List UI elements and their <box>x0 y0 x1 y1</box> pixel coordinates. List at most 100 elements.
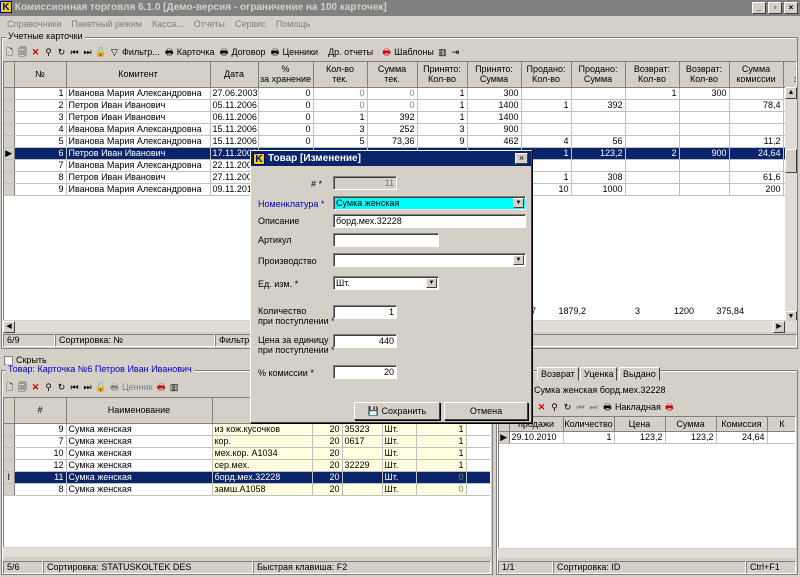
other-reports-button[interactable]: Др. отчеты <box>327 47 374 57</box>
table-row[interactable]: 9 Сумка женская из кож.кусочков 20 35323 Шт. 1 <box>4 423 490 436</box>
table-row[interactable]: 4 Иванова Мария Александровна 15.11.2006 0 3… <box>4 123 796 136</box>
tab-issued[interactable]: Выдано <box>619 367 660 381</box>
col-commission-sum[interactable]: Сумма комиссии <box>729 62 784 88</box>
col-accepted-sum[interactable]: Принято: Сумма <box>467 62 522 88</box>
restore-button[interactable]: ▫ <box>768 2 782 14</box>
pct-field[interactable]: 20▲▼ <box>333 365 397 379</box>
col-qty-current[interactable]: Кол-во тек. <box>313 62 368 88</box>
sales-hscrollbar[interactable] <box>498 548 796 558</box>
col-sold-sum[interactable]: Продано: Сумма <box>571 62 626 88</box>
col-number[interactable]: № <box>14 62 67 88</box>
last-icon[interactable]: ⏭ <box>588 402 599 413</box>
col-sold-qty[interactable]: Продано: Кол-во <box>521 62 572 88</box>
col-extra[interactable]: С за <box>783 62 796 88</box>
table-row[interactable]: 12 Сумка женская сер.мех. 20 32229 Шт. 1 <box>4 459 490 472</box>
col-sale-qty[interactable]: Количество <box>563 417 615 432</box>
chevron-down-icon[interactable]: ▼ <box>513 198 524 208</box>
chevron-down-icon[interactable]: ▼ <box>426 278 437 288</box>
refresh-icon[interactable]: ↻ <box>56 47 67 58</box>
table-row[interactable]: 5 Иванова Мария Александровна 15.11.2006 0 5… <box>4 135 796 148</box>
art-input[interactable] <box>333 233 439 247</box>
columns-icon[interactable]: ▥ <box>169 382 180 393</box>
table-row[interactable]: 10 Сумка женская мех.кор. А1034 20 Шт. 1 <box>4 447 490 460</box>
col-sale-price[interactable]: Цена <box>614 417 666 432</box>
col-sum-current[interactable]: Сумма тек. <box>367 62 418 88</box>
goods-hscrollbar[interactable] <box>3 547 491 557</box>
refresh-icon[interactable]: ↻ <box>56 382 67 393</box>
new-icon[interactable]: 🗋 <box>4 47 15 58</box>
prod-select[interactable]: ▼ <box>333 253 526 267</box>
templates-button[interactable]: 🖶 Шаблоны <box>380 47 435 58</box>
table-row[interactable]: 3 Петров Иван Иванович 06.11.2006 0 1 392 1 140… <box>4 111 796 124</box>
col-client[interactable]: Комитент <box>66 62 211 88</box>
minimize-button[interactable]: _ <box>752 2 766 14</box>
scroll-thumb[interactable] <box>785 149 797 173</box>
unlock-icon[interactable]: 🔓 <box>95 47 106 58</box>
card-button[interactable]: 🖶 Карточка <box>163 47 216 58</box>
unlock-icon[interactable]: 🔓 <box>95 382 106 393</box>
last-icon[interactable]: ⏭ <box>82 47 93 58</box>
exit-icon[interactable]: ⇥ <box>450 47 461 58</box>
col-goods-name[interactable]: Наименование <box>66 398 213 424</box>
price-field[interactable]: 440▲▼ <box>333 334 397 348</box>
preview-icon[interactable]: 🗐 <box>17 382 28 393</box>
binoculars-icon[interactable]: ⚲ <box>43 382 54 393</box>
unit-select[interactable]: Шт. ▼ <box>333 276 439 290</box>
col-sale-sum[interactable]: Сумма <box>665 417 717 432</box>
nom-select[interactable]: Сумка женская ▼ <box>333 196 526 210</box>
col-return-qty[interactable]: Возврат: Кол-во <box>625 62 680 88</box>
price-tag-button[interactable]: 🖶 Ценник <box>108 382 154 393</box>
table-row[interactable]: 2 Петров Иван Иванович 05.11.2006 0 0 0 1 1400 1… <box>4 99 796 112</box>
contract-button[interactable]: 🖶 Договор <box>217 47 266 58</box>
delete-icon[interactable]: ✕ <box>30 47 41 58</box>
num-field[interactable]: 11▲▼ <box>333 176 397 190</box>
first-icon[interactable]: ⏮ <box>69 47 80 58</box>
col-goods-number[interactable]: # <box>14 398 67 424</box>
dialog-close-button[interactable]: × <box>515 153 528 164</box>
first-icon[interactable]: ⏮ <box>575 402 586 413</box>
refresh-icon[interactable]: ↻ <box>562 402 573 413</box>
menu-service[interactable]: Сервис <box>230 19 271 29</box>
table-row[interactable]: 1 Иванова Мария Александровна 27.06.2003 0 0… <box>4 87 796 100</box>
scroll-left-icon[interactable]: ◀ <box>3 321 15 333</box>
cards-vscrollbar[interactable]: ▲ ▼ <box>785 87 797 323</box>
filter-button[interactable]: ▽ Фильтр... <box>108 47 161 58</box>
table-row[interactable]: ▶ 29.10.2010 1 123,2 123,2 24,64 <box>499 431 795 444</box>
menu-directories[interactable]: Справочники <box>2 19 67 29</box>
table-row[interactable]: 8 Сумка женская замш.А1058 20 Шт. 0 <box>4 483 490 496</box>
last-icon[interactable]: ⏭ <box>82 382 93 393</box>
print-icon[interactable]: 🖶 <box>664 402 675 413</box>
price-tags-button[interactable]: 🖶 Ценники <box>268 47 319 58</box>
scroll-up-icon[interactable]: ▲ <box>785 87 797 99</box>
binoculars-icon[interactable]: ⚲ <box>549 402 560 413</box>
binoculars-icon[interactable]: ⚲ <box>43 47 54 58</box>
scroll-right-icon[interactable]: ▶ <box>773 321 785 333</box>
col-sale-commission[interactable]: Комиссия <box>716 417 768 432</box>
desc-input[interactable]: борд.мех.32228 <box>333 214 526 228</box>
menu-reports[interactable]: Отчеты <box>189 19 230 29</box>
col-accepted-qty[interactable]: Принято: Кол-во <box>417 62 468 88</box>
cancel-button[interactable]: Отмена <box>444 402 528 420</box>
tab-markdown[interactable]: Уценка <box>580 367 618 381</box>
invoice-button[interactable]: 🖶 Накладная <box>601 402 662 413</box>
table-row[interactable]: I 11 Сумка женская борд.мех.32228 20 Шт. 0 <box>4 471 490 484</box>
columns-icon[interactable]: ▥ <box>437 47 448 58</box>
table-row[interactable]: 7 Сумка женская кор. 20 0617 Шт. 1 <box>4 435 490 448</box>
col-storage-pct[interactable]: % за хранение <box>258 62 314 88</box>
first-icon[interactable]: ⏮ <box>69 382 80 393</box>
chevron-down-icon[interactable]: ▼ <box>513 255 524 265</box>
menu-batch[interactable]: Пакетный режим <box>67 19 147 29</box>
col-return-qty-2[interactable]: Возврат: Кол-во <box>679 62 730 88</box>
col-date[interactable]: Дата <box>210 62 259 88</box>
close-button[interactable]: × <box>784 2 798 14</box>
tab-return[interactable]: Возврат <box>537 367 579 381</box>
qty-field[interactable]: 1▲▼ <box>333 305 397 319</box>
col-sale-extra[interactable]: К <box>767 417 795 432</box>
new-icon[interactable]: 🗋 <box>4 382 15 393</box>
save-button[interactable]: 💾 Сохранить <box>354 402 440 420</box>
menu-cash[interactable]: Касса... <box>147 19 189 29</box>
menu-help[interactable]: Помощь <box>271 19 316 29</box>
delete-icon[interactable]: ✕ <box>30 382 41 393</box>
print-icon[interactable]: 🖶 <box>156 382 167 393</box>
preview-icon[interactable]: 🗐 <box>17 47 28 58</box>
